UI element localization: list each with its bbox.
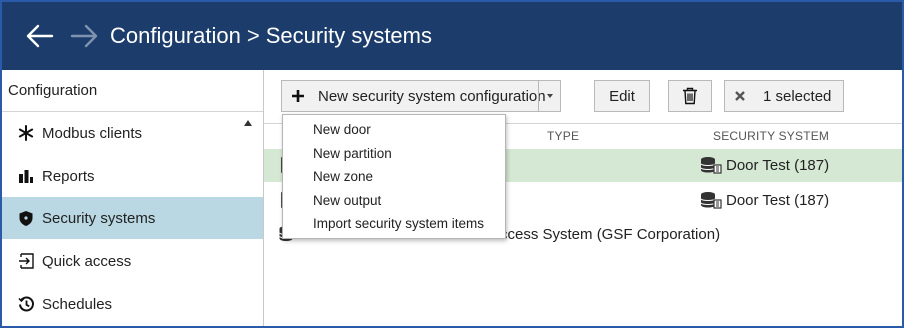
arrow-left-icon xyxy=(26,24,54,48)
menu-item-new-zone[interactable]: New zone xyxy=(283,165,505,189)
sidebar-item-label: Schedules xyxy=(42,295,113,313)
asterisk-icon xyxy=(16,123,36,143)
security-system-value: Door Test (187) xyxy=(726,191,830,209)
new-configuration-label: New security system configuration xyxy=(318,87,546,105)
quick-access-icon xyxy=(16,251,36,271)
title-bar: Configuration > Security systems xyxy=(2,2,902,70)
breadcrumb-configuration[interactable]: Configuration xyxy=(110,22,241,50)
row-type: Access System (GSF Corporation) xyxy=(490,226,721,243)
sidebar-title: Configuration xyxy=(8,82,98,99)
database-icon xyxy=(700,191,722,209)
chevron-down-icon xyxy=(546,94,553,98)
schedule-icon xyxy=(16,294,36,314)
trash-icon xyxy=(683,87,697,105)
column-header-security-system[interactable]: SECURITY SYSTEM xyxy=(713,129,829,143)
menu-item-import-security-system-items[interactable]: Import security system items xyxy=(283,212,505,236)
edit-button[interactable]: Edit xyxy=(594,80,650,112)
edit-button-label: Edit xyxy=(609,87,635,105)
sidebar-item-quick-access[interactable]: Quick access xyxy=(2,240,263,282)
breadcrumb: Configuration > Security systems xyxy=(110,22,432,50)
sidebar-item-label: Modbus clients xyxy=(42,124,143,142)
sidebar-item-modbus-clients[interactable]: Modbus clients xyxy=(2,112,263,154)
plus-icon xyxy=(290,88,306,104)
delete-button[interactable] xyxy=(668,80,712,112)
breadcrumb-security-systems: Security systems xyxy=(265,23,432,48)
new-configuration-split-button[interactable]: New security system configuration xyxy=(281,80,561,112)
app-window: Configuration > Security systems Configu… xyxy=(0,0,904,328)
close-icon xyxy=(733,89,747,103)
new-item-dropdown-menu: New door New partition New zone New outp… xyxy=(282,114,506,239)
database-icon xyxy=(700,156,722,174)
security-system-value: Door Test (187) xyxy=(726,156,830,174)
sidebar-item-label: Security systems xyxy=(42,209,156,227)
arrow-right-icon xyxy=(70,24,98,48)
sidebar: Configuration Modbus clients Reports Sec… xyxy=(2,70,264,326)
breadcrumb-separator: > xyxy=(246,23,260,48)
sidebar-item-reports[interactable]: Reports xyxy=(2,155,263,197)
forward-button[interactable] xyxy=(68,20,102,52)
row-security-system: Door Test (187) xyxy=(700,156,829,174)
dropdown-toggle[interactable] xyxy=(538,81,560,111)
menu-item-new-partition[interactable]: New partition xyxy=(283,142,505,166)
back-button[interactable] xyxy=(22,20,56,52)
sidebar-item-label: Reports xyxy=(42,167,95,185)
bar-chart-icon xyxy=(16,166,36,186)
shield-icon xyxy=(16,208,36,228)
row-security-system: Door Test (187) xyxy=(700,191,829,209)
sidebar-item-schedules[interactable]: Schedules xyxy=(2,283,263,325)
selection-count: 1 selected xyxy=(763,87,832,105)
column-header-type[interactable]: TYPE xyxy=(547,129,579,143)
menu-item-new-door[interactable]: New door xyxy=(283,118,505,142)
sidebar-item-security-systems[interactable]: Security systems xyxy=(2,197,263,239)
clear-selection-button[interactable]: 1 selected xyxy=(724,80,844,112)
menu-item-new-output[interactable]: New output xyxy=(283,189,505,213)
sidebar-item-label: Quick access xyxy=(42,252,132,270)
